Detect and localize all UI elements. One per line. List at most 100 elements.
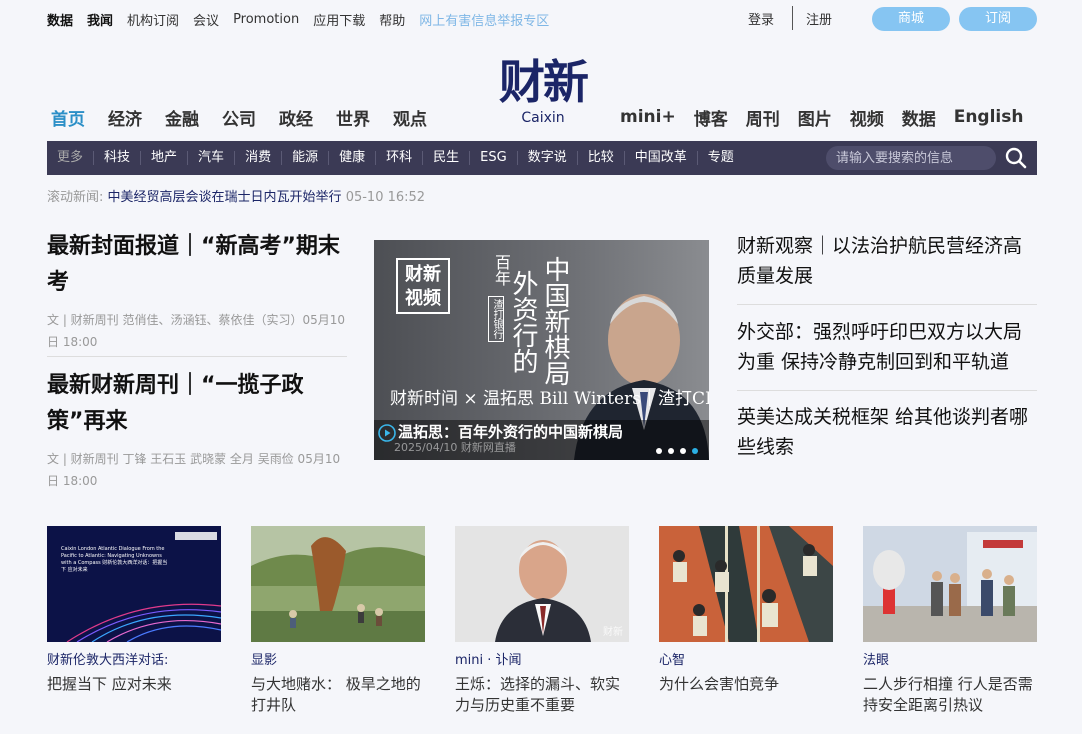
right-story[interactable]: 财新观察｜以法治护航民营经济高质量发展 xyxy=(737,231,1037,291)
featured-video[interactable]: 财新视频 百年 外资行的 中国新棋局 渣打银行 财新时间 × 温拓思 Bill … xyxy=(374,240,709,460)
right-story[interactable]: 英美达成关税框架 给其他谈判者哪些线索 xyxy=(737,402,1037,462)
category-livelihood[interactable]: 民生 xyxy=(422,151,469,165)
ticker-label: 滚动新闻: xyxy=(47,190,104,205)
nav-video[interactable]: 视频 xyxy=(850,105,884,130)
card-category[interactable]: 心智 xyxy=(659,652,833,670)
card-category[interactable]: 法眼 xyxy=(863,652,1037,670)
video-channel-tag: 财新视频 xyxy=(396,258,450,314)
category-health[interactable]: 健康 xyxy=(328,151,375,165)
logo-chinese: 财新 xyxy=(499,55,589,109)
left-divider xyxy=(47,356,347,357)
nav-world[interactable]: 世界 xyxy=(336,105,370,130)
news-card[interactable]: 心智 为什么会害怕竞争 xyxy=(659,526,833,695)
register-link[interactable]: 注册 xyxy=(806,9,832,28)
card-thumbnail[interactable]: 财新 xyxy=(455,526,629,642)
category-digital[interactable]: 数字说 xyxy=(516,151,577,165)
top-link-data[interactable]: 数据 xyxy=(47,10,73,29)
card-title[interactable]: 王烁：选择的漏斗、软实力与历史重不重要 xyxy=(455,674,629,716)
category-consumer[interactable]: 消费 xyxy=(234,151,281,165)
search-input[interactable] xyxy=(826,146,996,170)
top-link-app-download[interactable]: 应用下载 xyxy=(313,10,365,29)
category-tech[interactable]: 科技 xyxy=(93,151,140,165)
carousel-dots xyxy=(656,448,698,454)
nav-english[interactable]: English xyxy=(954,107,1024,127)
card-title[interactable]: 与大地赌水： 极旱之地的打井队 xyxy=(251,674,425,716)
nav-politics[interactable]: 政经 xyxy=(279,105,313,130)
login-divider xyxy=(792,6,793,30)
nav-opinion[interactable]: 观点 xyxy=(393,105,427,130)
left-story-title[interactable]: 最新财新周刊｜“一揽子政策”再来 xyxy=(47,368,347,440)
ticker-headline[interactable]: 中美经贸高层会谈在瑞士日内瓦开始举行 xyxy=(108,190,342,205)
card-thumbnail[interactable] xyxy=(659,526,833,642)
category-environment[interactable]: 环科 xyxy=(375,151,422,165)
nav-mini[interactable]: mini+ xyxy=(620,107,676,127)
top-link-conference[interactable]: 会议 xyxy=(193,10,219,29)
main-nav-left: 首页 经济 金融 公司 政经 世界 观点 xyxy=(51,105,427,130)
nav-blog[interactable]: 博客 xyxy=(694,105,728,130)
nav-photos[interactable]: 图片 xyxy=(798,105,832,130)
left-story-meta: 文 | 财新周刊 丁锋 王石玉 武晓蒙 全月 吴雨俭 05月10日 18:00 xyxy=(47,452,341,488)
news-card[interactable]: 显影 与大地赌水： 极旱之地的打井队 xyxy=(251,526,425,716)
video-vertical-text: 中国新棋局 xyxy=(540,256,570,386)
card-thumbnail[interactable] xyxy=(863,526,1037,642)
street-photo xyxy=(863,526,1037,642)
carousel-dot[interactable] xyxy=(656,448,662,454)
category-esg[interactable]: ESG xyxy=(469,151,517,165)
left-story: 最新财新周刊｜“一揽子政策”再来 文 | 财新周刊 丁锋 王石玉 武晓蒙 全月 … xyxy=(47,368,347,492)
category-topics[interactable]: 专题 xyxy=(696,151,744,165)
competition-illustration xyxy=(659,526,833,642)
card-category[interactable]: mini · 讣闻 xyxy=(455,652,629,670)
right-story[interactable]: 外交部：强烈呼吁印巴双方以大局为重 保持冷静克制回到和平轨道 xyxy=(737,317,1037,377)
dialogue-event-image xyxy=(47,526,221,642)
video-badge: 渣打银行 xyxy=(488,296,504,342)
shop-button[interactable]: 商城 xyxy=(872,7,950,31)
subscribe-button[interactable]: 订阅 xyxy=(959,7,1037,31)
top-link-institution[interactable]: 机构订阅 xyxy=(127,10,179,29)
card-title[interactable]: 为什么会害怕竞争 xyxy=(659,674,833,695)
ticker-time: 05-10 16:52 xyxy=(345,190,426,205)
top-link-report[interactable]: 网上有害信息举报专区 xyxy=(419,10,549,29)
caixin-logo[interactable]: 财新 Caixin xyxy=(487,54,599,130)
card-category[interactable]: 显影 xyxy=(251,652,425,670)
main-nav-right: mini+ 博客 周刊 图片 视频 数据 English xyxy=(620,105,1024,130)
card-title[interactable]: 二人步行相撞 行人是否需持安全距离引热议 xyxy=(863,674,1037,716)
card-category[interactable]: 财新伦敦大西洋对话: xyxy=(47,652,221,670)
video-caption[interactable]: 温拓思：百年外资行的中国新棋局 xyxy=(374,422,709,460)
carousel-dot[interactable] xyxy=(680,448,686,454)
search-icon[interactable] xyxy=(1005,147,1027,169)
category-compare[interactable]: 比较 xyxy=(576,151,624,165)
logo-english: Caixin xyxy=(521,110,565,126)
news-card[interactable]: 财新 mini · 讣闻 王烁：选择的漏斗、软实力与历史重不重要 xyxy=(455,526,629,716)
card-watermark: 财新 xyxy=(603,627,623,638)
news-ticker: 滚动新闻: 中美经贸高层会谈在瑞士日内瓦开始举行 05-10 16:52 xyxy=(47,186,425,205)
video-vertical-text: 外资行的 xyxy=(508,270,538,374)
news-card[interactable]: Caixin London Atlantic Dialogue From the… xyxy=(47,526,221,695)
category-list: 更多 科技 地产 汽车 消费 能源 健康 环科 民生 ESG 数字说 比较 中国… xyxy=(57,141,744,175)
carousel-dot[interactable] xyxy=(668,448,674,454)
category-more[interactable]: 更多 xyxy=(57,151,93,165)
category-china-reform[interactable]: 中国改革 xyxy=(623,151,697,165)
nav-economy[interactable]: 经济 xyxy=(108,105,142,130)
card-title[interactable]: 把握当下 应对未来 xyxy=(47,674,221,695)
carousel-dot-active[interactable] xyxy=(692,448,698,454)
video-subtitle: 财新时间 × 温拓思 Bill Winters｜渣打CEO xyxy=(390,389,709,409)
category-property[interactable]: 地产 xyxy=(140,151,187,165)
nav-home[interactable]: 首页 xyxy=(51,105,85,130)
left-story-title[interactable]: 最新封面报道｜“新高考”期末考 xyxy=(47,229,347,301)
right-divider xyxy=(737,304,1037,305)
category-energy[interactable]: 能源 xyxy=(281,151,328,165)
card-thumbnail[interactable] xyxy=(251,526,425,642)
nav-data[interactable]: 数据 xyxy=(902,105,936,130)
category-auto[interactable]: 汽车 xyxy=(187,151,234,165)
login-link[interactable]: 登录 xyxy=(748,9,774,28)
card-thumbnail[interactable]: Caixin London Atlantic Dialogue From the… xyxy=(47,526,221,642)
news-card[interactable]: 法眼 二人步行相撞 行人是否需持安全距离引热议 xyxy=(863,526,1037,716)
top-link-help[interactable]: 帮助 xyxy=(379,10,405,29)
top-link-wowen[interactable]: 我闻 xyxy=(87,10,113,29)
nav-companies[interactable]: 公司 xyxy=(222,105,256,130)
left-story: 最新封面报道｜“新高考”期末考 文 | 财新周刊 范俏佳、汤涵钰、蔡依佳（实习）… xyxy=(47,229,347,353)
top-link-promotion[interactable]: Promotion xyxy=(233,12,299,27)
nav-finance[interactable]: 金融 xyxy=(165,105,199,130)
nav-weekly[interactable]: 周刊 xyxy=(746,105,780,130)
category-bar: 更多 科技 地产 汽车 消费 能源 健康 环科 民生 ESG 数字说 比较 中国… xyxy=(47,141,1037,175)
